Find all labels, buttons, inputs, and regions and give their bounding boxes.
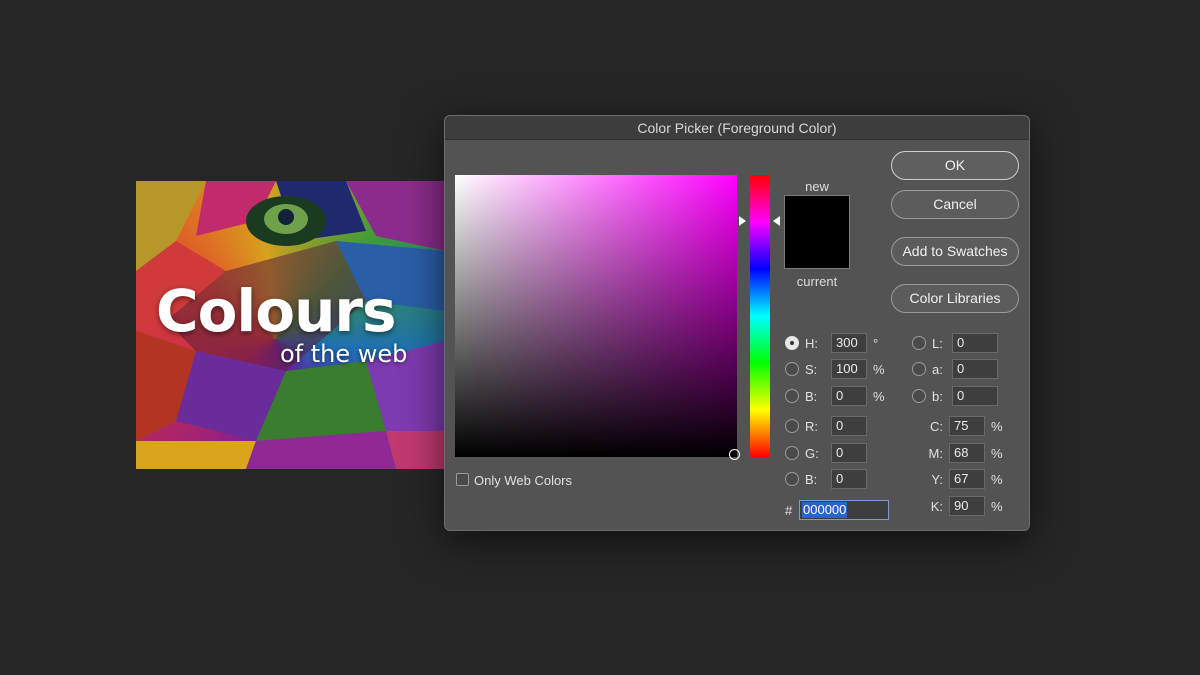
lab-a-radio[interactable] [912, 362, 926, 376]
brightness-input[interactable]: 0 [831, 386, 867, 406]
only-web-colors-checkbox[interactable] [456, 473, 469, 486]
red-radio[interactable] [785, 419, 799, 433]
hue-unit: ° [873, 335, 879, 351]
magenta-unit: % [991, 445, 1003, 461]
red-row: R: 0 [785, 416, 867, 436]
green-row: G: 0 [785, 443, 867, 463]
brightness-radio[interactable] [785, 389, 799, 403]
hex-prefix: # [785, 503, 793, 518]
hue-row: H: 300 ° [785, 333, 885, 353]
magenta-input[interactable]: 68 [949, 443, 985, 463]
yellow-row: Y: 67 % [921, 469, 1003, 489]
artwork-title: Colours [156, 277, 397, 345]
yellow-label: Y: [931, 471, 943, 487]
blue-input[interactable]: 0 [831, 469, 867, 489]
saturation-row: S: 100 % [785, 359, 885, 379]
hex-value[interactable]: 000000 [802, 502, 848, 518]
only-web-colors-label[interactable]: Only Web Colors [474, 473, 572, 488]
saturation-brightness-field[interactable] [455, 175, 737, 457]
black-unit: % [991, 498, 1003, 514]
color-libraries-button[interactable]: Color Libraries [891, 284, 1019, 313]
lab-a-label: a: [932, 361, 943, 377]
blue-row: B: 0 [785, 469, 867, 489]
saturation-radio[interactable] [785, 362, 799, 376]
dialog-title: Color Picker (Foreground Color) [445, 116, 1029, 140]
cyan-row: C: 75 % [921, 416, 1003, 436]
hue-input[interactable]: 300 [831, 333, 867, 353]
brightness-unit: % [873, 388, 885, 404]
blue-radio[interactable] [785, 472, 799, 486]
yellow-input[interactable]: 67 [949, 469, 985, 489]
artwork-subtitle: of the web [280, 340, 408, 368]
lab-b-radio[interactable] [912, 389, 926, 403]
green-input[interactable]: 0 [831, 443, 867, 463]
blue-label: B: [805, 471, 818, 487]
hue-radio[interactable] [785, 336, 799, 350]
hue-slider-left-arrow-icon[interactable] [739, 216, 746, 226]
red-label: R: [805, 418, 818, 434]
lab-b-row: b: 0 [912, 386, 998, 406]
saturation-input[interactable]: 100 [831, 359, 867, 379]
cancel-button[interactable]: Cancel [891, 190, 1019, 219]
hue-label: H: [805, 335, 818, 351]
color-preview-swatch[interactable] [784, 195, 850, 269]
add-to-swatches-button[interactable]: Add to Swatches [891, 237, 1019, 266]
brightness-row: B: 0 % [785, 386, 885, 406]
cyan-input[interactable]: 75 [949, 416, 985, 436]
green-radio[interactable] [785, 446, 799, 460]
color-field-marker[interactable] [729, 449, 740, 460]
red-input[interactable]: 0 [831, 416, 867, 436]
lab-a-row: a: 0 [912, 359, 998, 379]
lab-a-input[interactable]: 0 [952, 359, 998, 379]
black-label: K: [930, 498, 943, 514]
lab-b-input[interactable]: 0 [952, 386, 998, 406]
lab-l-radio[interactable] [912, 336, 926, 350]
saturation-label: S: [805, 361, 818, 377]
lab-l-row: L: 0 [912, 333, 998, 353]
current-color-label: current [796, 274, 838, 289]
yellow-unit: % [991, 471, 1003, 487]
hex-input[interactable]: 000000 [799, 500, 889, 520]
cyan-label: C: [930, 418, 943, 434]
brightness-label: B: [805, 388, 818, 404]
cyan-unit: % [991, 418, 1003, 434]
magenta-label: M: [928, 445, 943, 461]
lab-l-label: L: [932, 335, 943, 351]
black-row: K: 90 % [921, 496, 1003, 516]
saturation-unit: % [873, 361, 885, 377]
black-input[interactable]: 90 [949, 496, 985, 516]
lab-b-label: b: [932, 388, 943, 404]
color-picker-dialog: Color Picker (Foreground Color) new curr… [444, 115, 1030, 531]
green-label: G: [805, 445, 819, 461]
ok-button[interactable]: OK [891, 151, 1019, 180]
hue-slider[interactable] [750, 175, 770, 457]
magenta-row: M: 68 % [921, 443, 1003, 463]
hue-slider-right-arrow-icon[interactable] [773, 216, 780, 226]
lab-l-input[interactable]: 0 [952, 333, 998, 353]
new-color-label: new [805, 179, 829, 194]
artwork-image: Colours of the web [136, 181, 446, 469]
